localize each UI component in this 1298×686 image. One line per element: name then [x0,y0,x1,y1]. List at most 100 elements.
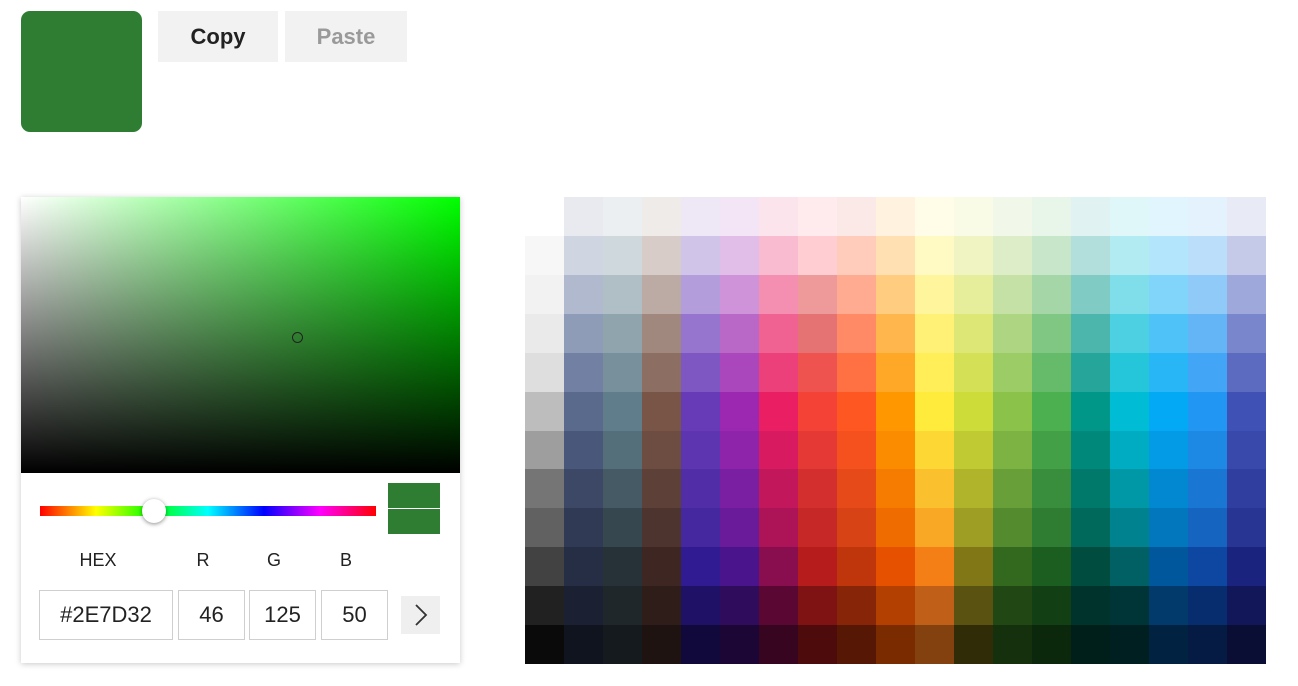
palette-swatch[interactable] [954,586,993,626]
green-input[interactable] [249,590,316,640]
palette-swatch[interactable] [1110,469,1149,509]
palette-swatch[interactable] [603,586,642,626]
saturation-value-cursor[interactable] [291,331,303,343]
palette-swatch[interactable] [1188,313,1227,353]
palette-swatch[interactable] [603,391,642,431]
palette-swatch[interactable] [564,197,603,236]
palette-swatch[interactable] [681,469,720,509]
palette-swatch[interactable] [1149,547,1188,587]
palette-swatch[interactable] [1071,625,1110,664]
palette-swatch[interactable] [1110,391,1149,431]
palette-swatch[interactable] [915,508,954,548]
palette-swatch[interactable] [1110,430,1149,470]
palette-swatch[interactable] [954,235,993,275]
palette-swatch[interactable] [1149,274,1188,314]
palette-swatch[interactable] [603,313,642,353]
palette-swatch[interactable] [642,625,681,664]
palette-swatch[interactable] [1188,391,1227,431]
palette-swatch[interactable] [759,625,798,664]
palette-swatch[interactable] [1149,352,1188,392]
palette-swatch[interactable] [1110,508,1149,548]
palette-swatch[interactable] [798,469,837,509]
palette-swatch[interactable] [837,469,876,509]
palette-swatch[interactable] [993,274,1032,314]
palette-swatch[interactable] [564,547,603,587]
palette-swatch[interactable] [1032,469,1071,509]
palette-swatch[interactable] [564,508,603,548]
palette-swatch[interactable] [681,235,720,275]
palette-swatch[interactable] [993,508,1032,548]
palette-swatch[interactable] [720,274,759,314]
palette-swatch[interactable] [759,586,798,626]
palette-swatch[interactable] [603,625,642,664]
palette-swatch[interactable] [564,235,603,275]
palette-swatch[interactable] [720,235,759,275]
palette-swatch[interactable] [993,235,1032,275]
palette-swatch[interactable] [1227,313,1266,353]
palette-swatch[interactable] [876,547,915,587]
palette-swatch[interactable] [915,547,954,587]
palette-swatch[interactable] [720,547,759,587]
palette-swatch[interactable] [642,469,681,509]
palette-swatch[interactable] [1110,197,1149,236]
palette-swatch[interactable] [1227,274,1266,314]
expand-button[interactable] [401,596,440,634]
palette-swatch[interactable] [915,235,954,275]
palette-swatch[interactable] [798,430,837,470]
palette-swatch[interactable] [642,508,681,548]
palette-swatch[interactable] [525,235,564,275]
palette-swatch[interactable] [1227,508,1266,548]
palette-swatch[interactable] [993,625,1032,664]
palette-swatch[interactable] [915,313,954,353]
palette-swatch[interactable] [993,430,1032,470]
palette-swatch[interactable] [798,197,837,236]
palette-swatch[interactable] [993,547,1032,587]
palette-swatch[interactable] [525,352,564,392]
palette-swatch[interactable] [1110,586,1149,626]
red-input[interactable] [178,590,245,640]
palette-swatch[interactable] [525,197,564,236]
palette-swatch[interactable] [1227,547,1266,587]
palette-swatch[interactable] [837,625,876,664]
palette-swatch[interactable] [1110,625,1149,664]
palette-swatch[interactable] [603,352,642,392]
palette-swatch[interactable] [1227,469,1266,509]
palette-swatch[interactable] [642,235,681,275]
palette-swatch[interactable] [837,274,876,314]
palette-swatch[interactable] [603,235,642,275]
palette-swatch[interactable] [759,469,798,509]
palette-swatch[interactable] [681,391,720,431]
palette-swatch[interactable] [1149,391,1188,431]
palette-swatch[interactable] [1032,391,1071,431]
palette-swatch[interactable] [681,625,720,664]
palette-swatch[interactable] [1149,625,1188,664]
palette-swatch[interactable] [681,430,720,470]
palette-swatch[interactable] [1071,352,1110,392]
palette-swatch[interactable] [954,391,993,431]
palette-swatch[interactable] [915,469,954,509]
palette-swatch[interactable] [876,586,915,626]
palette-swatch[interactable] [720,508,759,548]
palette-swatch[interactable] [1188,274,1227,314]
palette-swatch[interactable] [1149,313,1188,353]
palette-swatch[interactable] [1227,197,1266,236]
palette-swatch[interactable] [954,197,993,236]
palette-swatch[interactable] [1032,625,1071,664]
palette-swatch[interactable] [798,274,837,314]
palette-swatch[interactable] [759,197,798,236]
palette-swatch[interactable] [837,391,876,431]
palette-swatch[interactable] [876,197,915,236]
saturation-value-area[interactable] [21,197,460,473]
palette-swatch[interactable] [681,197,720,236]
palette-swatch[interactable] [720,430,759,470]
palette-swatch[interactable] [603,469,642,509]
palette-swatch[interactable] [564,469,603,509]
palette-swatch[interactable] [837,313,876,353]
copy-button[interactable]: Copy [158,11,278,62]
palette-swatch[interactable] [1188,586,1227,626]
palette-swatch[interactable] [759,508,798,548]
palette-swatch[interactable] [954,547,993,587]
palette-swatch[interactable] [564,586,603,626]
palette-swatch[interactable] [1110,313,1149,353]
palette-swatch[interactable] [1227,430,1266,470]
